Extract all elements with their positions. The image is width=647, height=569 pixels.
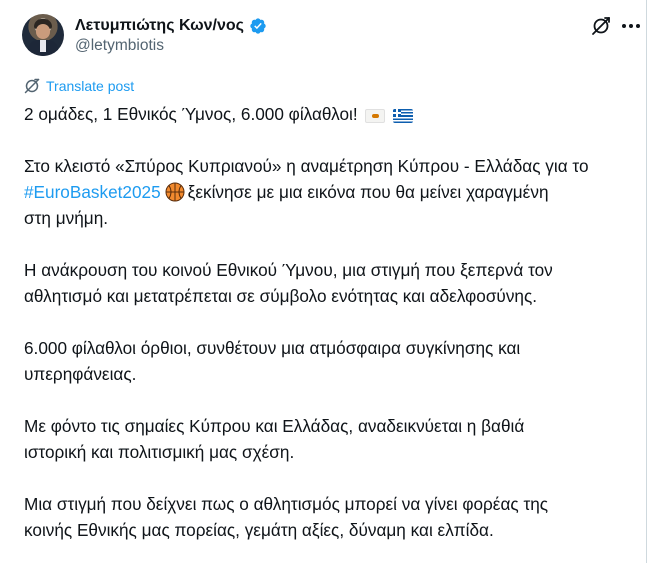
basketball-icon [165,182,185,202]
post-text-line: αθλητισμό και μετατρέπεται σε σύμβολο εν… [24,286,538,306]
cyprus-flag-icon [365,109,386,123]
author-display-name[interactable]: Λετυμπιώτης Κων/νος [75,17,244,35]
translate-label[interactable]: Translate post [46,78,134,94]
post-text-segment: ξεκίνησε με μια εικόνα που θα μείνει χαρ… [187,182,549,202]
verified-badge-icon [250,18,266,34]
post-paragraph-2: Στο κλειστό «Σπύρος Κυπριανού» η αναμέτρ… [24,153,624,231]
post-text-line: κοινής Εθνικής μας πορείας, γεμάτη αξίες… [24,520,494,540]
post-paragraph-6: Μια στιγμή που δείχνει πως ο αθλητισμός … [24,491,624,543]
post-text-line: ιστορική και πολιτισμική μας σχέση. [24,442,295,462]
grok-icon[interactable] [589,14,613,38]
post-text-line: Η ανάκρουση του κοινού Εθνικού Ύμνου, μι… [24,260,553,280]
post-paragraph-3: Η ανάκρουση του κοινού Εθνικού Ύμνου, μι… [24,257,624,309]
greece-flag-icon [393,109,414,123]
more-icon[interactable] [619,14,643,38]
post-text: 2 ομάδες, 1 Εθνικός Ύμνος, 6.000 φίλαθλο… [24,101,624,569]
post-text-line: 6.000 φίλαθλοι όρθιοι, συνθέτουν μια ατμ… [24,338,521,358]
post-paragraph-4: 6.000 φίλαθλοι όρθιοι, συνθέτουν μια ατμ… [24,335,624,387]
avatar[interactable] [22,14,64,56]
author-name-row: Λετυμπιώτης Κων/νος [75,15,267,37]
post-text-line: υπερηφάνειας. [24,364,137,384]
post-paragraph-1: 2 ομάδες, 1 Εθνικός Ύμνος, 6.000 φίλαθλο… [24,101,624,127]
post-headline: 2 ομάδες, 1 Εθνικός Ύμνος, 6.000 φίλαθλο… [24,104,358,124]
post-text-line: Με φόντο τις σημαίες Κύπρου και Ελλάδας,… [24,416,525,436]
post-text-line: Μια στιγμή που δείχνει πως ο αθλητισμός … [24,494,549,514]
hashtag-link[interactable]: #EuroBasket2025 [24,182,161,202]
author-handle[interactable]: @letymbiotis [75,37,164,55]
post-text-line: Στο κλειστό «Σπύρος Κυπριανού» η αναμέτρ… [24,156,589,176]
post-text-line: στη μνήμη. [24,208,109,228]
translate-post-button[interactable]: Translate post [24,77,134,95]
post-card: Λετυμπιώτης Κων/νος @letymbiotis Transla… [0,0,647,563]
translate-icon [24,78,40,94]
post-paragraph-5: Με φόντο τις σημαίες Κύπρου και Ελλάδας,… [24,413,624,465]
